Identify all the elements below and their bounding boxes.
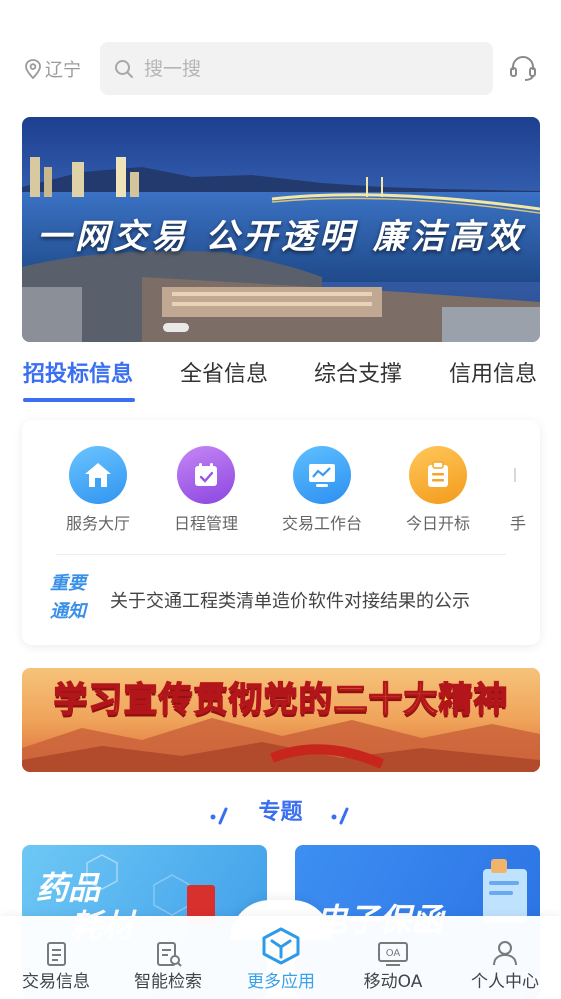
important-notice-tag: 重要 通知 [50,570,98,626]
search-input[interactable] [144,57,444,80]
location-selector[interactable]: 辽宁 [24,56,81,82]
notice-headline[interactable]: 关于交通工程类清单造价软件对接结果的公示 [110,587,470,613]
quick-apps-card: 服务大厅 日程管理 交易工作台 今日开标 手 重要 通知 关于交通工程类清单造价… [22,420,540,645]
search-box[interactable] [100,42,493,95]
nav-more-apps[interactable]: 更多应用 [225,916,337,999]
app-service-hall[interactable]: 服务大厅 [38,446,158,534]
app-trading-workbench[interactable]: 交易工作台 [262,446,382,534]
hero-banner[interactable]: 一网交易 公开透明 廉洁高效 [22,117,540,342]
nav-label: 个人中心 [471,972,539,992]
active-tab-indicator [23,398,135,402]
user-icon [449,938,561,968]
cube-icon [225,926,337,966]
headset-icon [510,55,536,81]
banner-pagination-indicator [163,323,189,332]
search-doc-icon [112,940,224,968]
app-label: 交易工作台 [281,514,362,533]
nav-label: 更多应用 [247,972,315,992]
calendar-icon [177,446,235,504]
clipboard-icon [409,446,467,504]
partial-icon [479,446,537,504]
app-partial-next[interactable]: 手 [478,446,538,534]
nav-trading-info[interactable]: 交易信息 [0,916,112,999]
banner-slogan: 一网交易 公开透明 廉洁高效 [37,217,525,257]
tab-bidding-info[interactable]: 招投标信息 [23,356,133,388]
tab-comprehensive-support[interactable]: 综合支撑 [314,356,402,388]
location-label: 辽宁 [45,60,81,81]
location-pin-icon [25,59,41,79]
notice-tag-line: 通知 [50,601,86,622]
nav-personal-center[interactable]: 个人中心 [449,916,561,999]
customer-service-button[interactable] [508,53,538,87]
app-home-screen: 辽宁 搜一搜 一网交易 公开透明 廉洁高效 招投标信息 全省信息 综合支撑 信用… [0,0,561,999]
nav-label: 交易信息 [22,972,90,992]
promo-banner[interactable]: 学习宣传贯彻党的二十大精神 [22,668,540,772]
tab-credit-info[interactable]: 信用信息 [449,356,537,388]
topics-title: 专题 [258,800,303,825]
decorative-slash-icon [331,807,349,824]
topics-section-header: 专题 [0,794,561,826]
nav-label: 智能检索 [134,972,202,992]
home-icon [69,446,127,504]
app-label: 服务大厅 [65,514,130,533]
app-label: 日程管理 [173,514,238,533]
svg-text:OA: OA [386,948,401,959]
category-tabs: 招投标信息 全省信息 综合支撑 信用信息 [0,356,561,406]
app-schedule[interactable]: 日程管理 [146,446,266,534]
decorative-slash-icon [210,807,228,824]
notice-tag-line: 重要 [50,573,86,594]
promo-slogan: 学习宣传贯彻党的二十大精神 [53,679,509,721]
nav-label: 移动OA [363,972,423,992]
monitor-icon [293,446,351,504]
app-label: 手 [510,514,527,533]
nav-smart-search[interactable]: 智能检索 [112,916,224,999]
bottom-navigation-bar: 交易信息 智能检索 更多应用 OA 移动OA 个人中心 [0,916,561,999]
nav-mobile-oa[interactable]: OA 移动OA [337,916,449,999]
oa-icon: OA [337,940,449,968]
document-icon [0,940,112,968]
top-bar: 辽宁 [0,42,561,95]
tab-province-info[interactable]: 全省信息 [180,356,268,388]
card-divider [56,554,506,555]
search-icon [115,59,133,78]
